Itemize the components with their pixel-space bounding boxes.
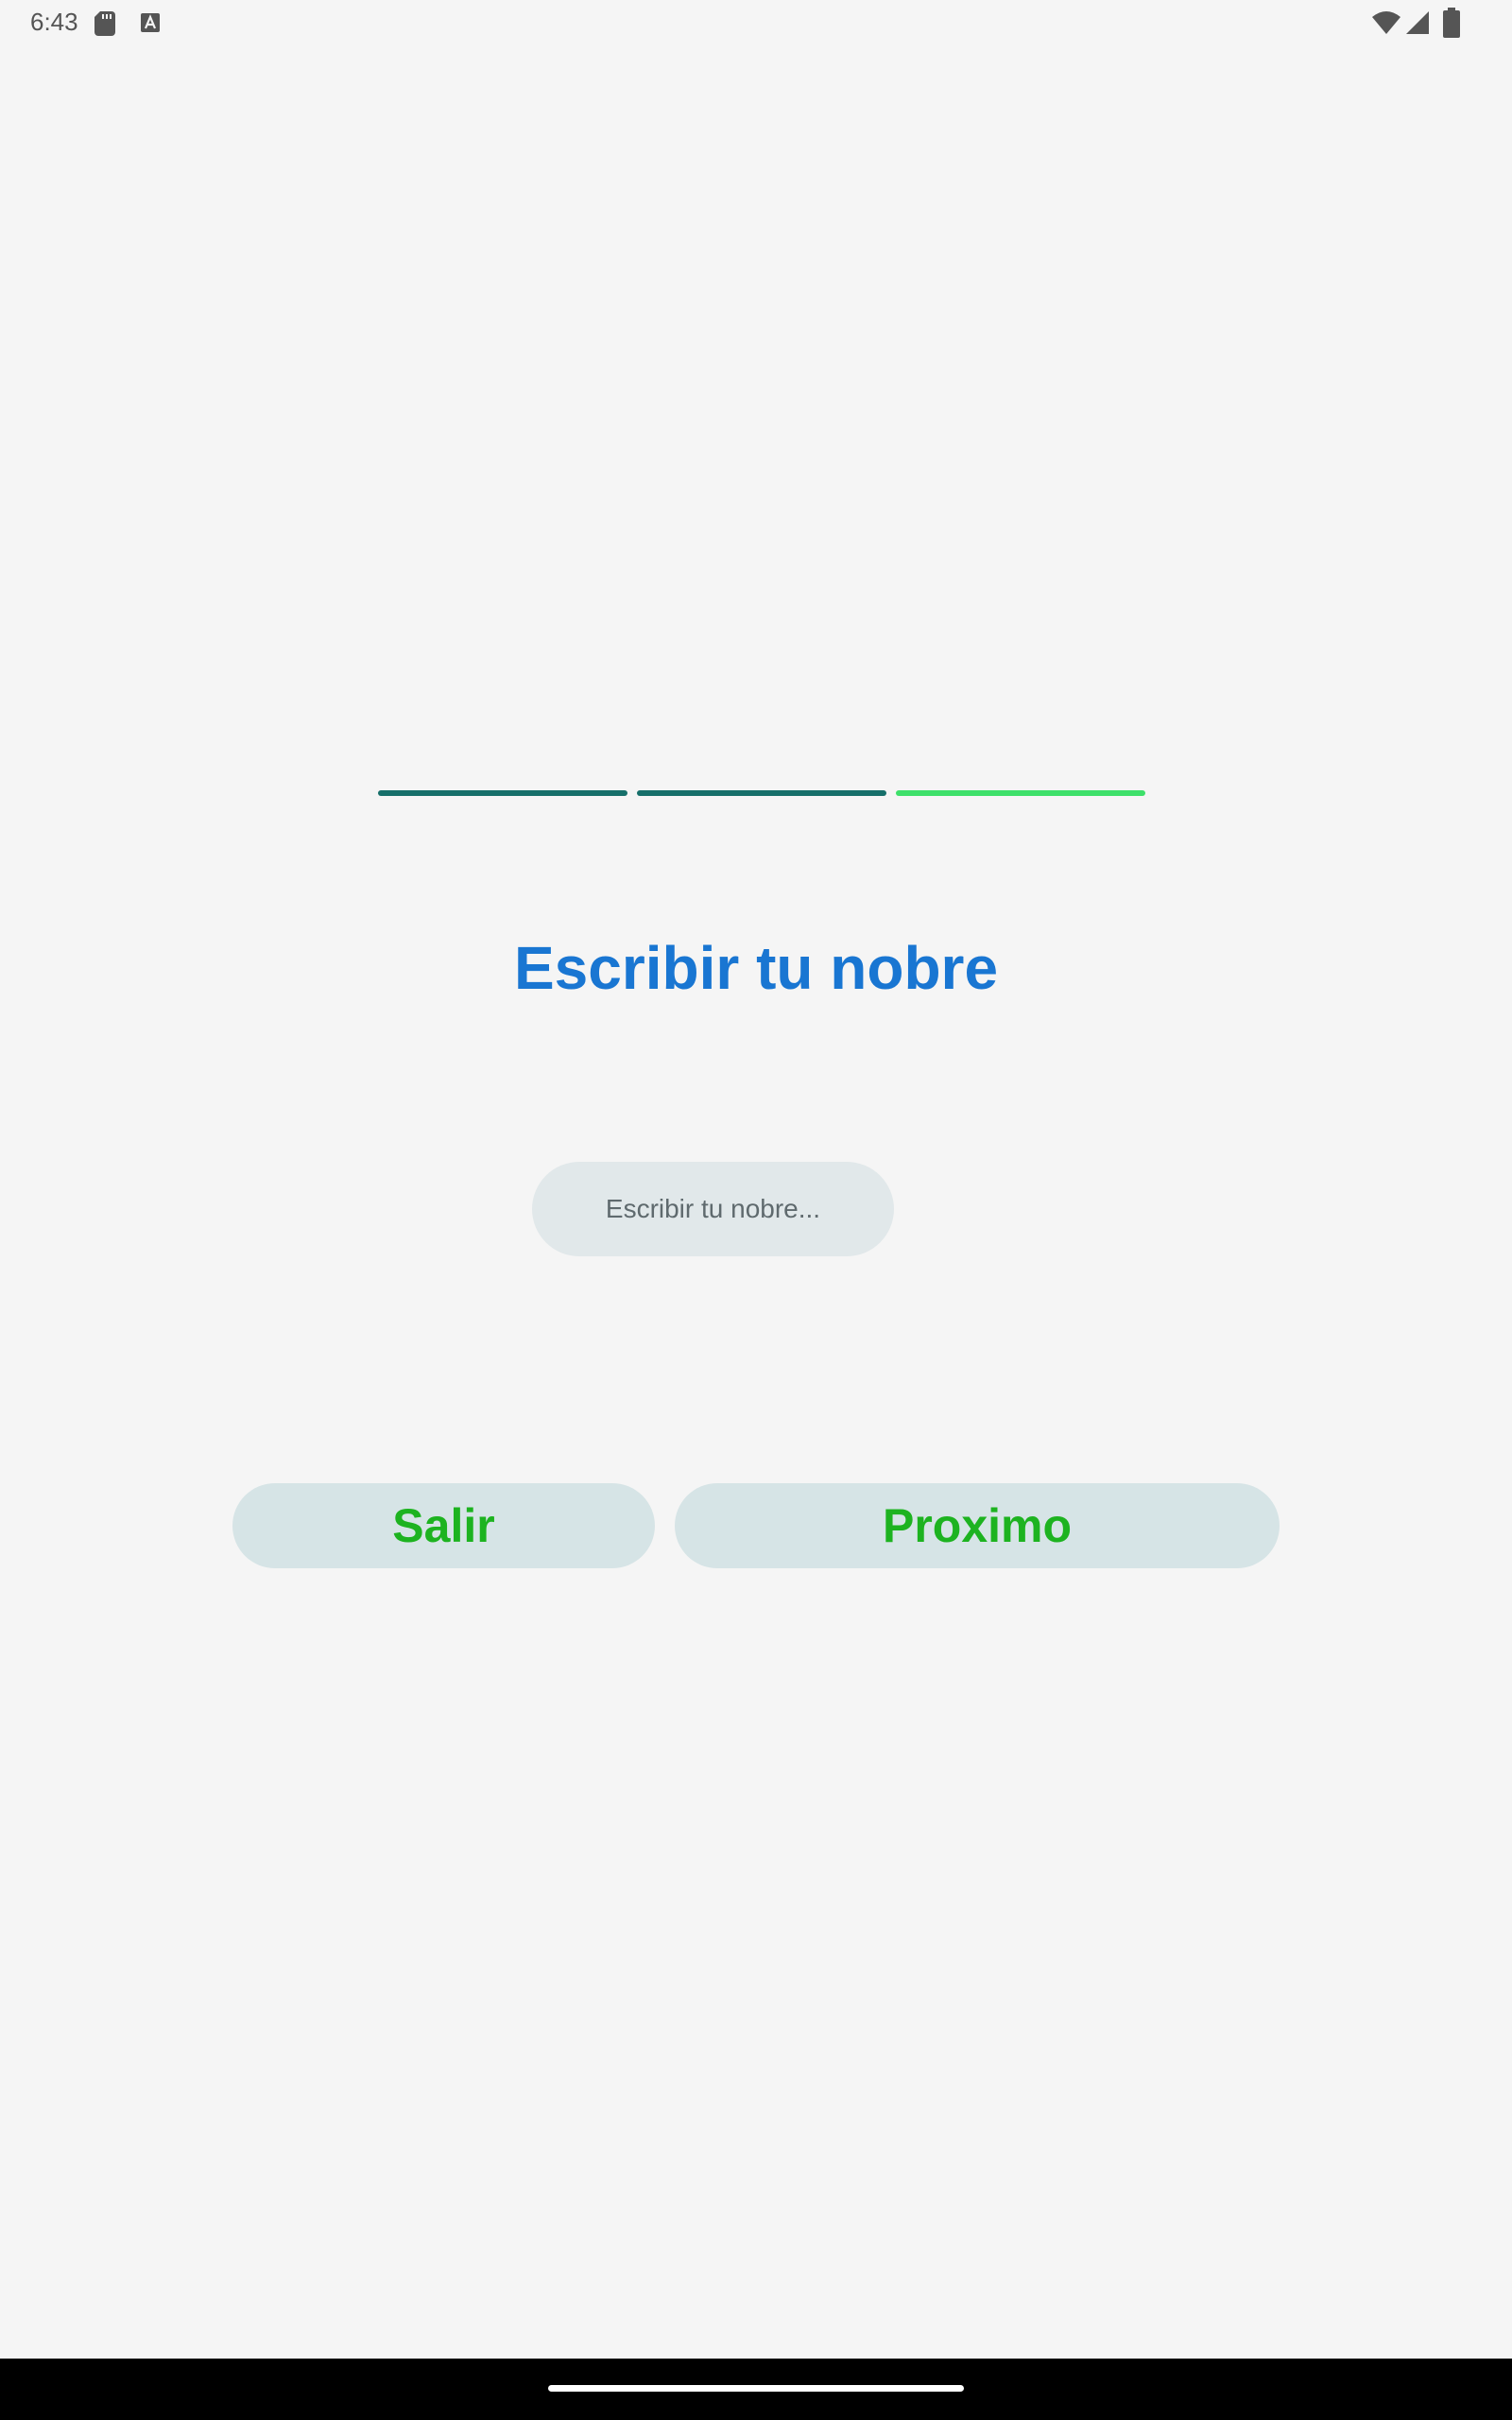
- status-bar: 6:43: [0, 0, 1512, 45]
- signal-icon: [1406, 11, 1429, 34]
- navigation-bar: [0, 2359, 1512, 2420]
- exit-button[interactable]: Salir: [232, 1483, 655, 1568]
- progress-segment-2: [637, 790, 886, 796]
- name-input[interactable]: [532, 1162, 894, 1256]
- next-button[interactable]: Proximo: [675, 1483, 1280, 1568]
- step-progress-indicator: [378, 790, 1145, 796]
- progress-segment-1: [378, 790, 627, 796]
- battery-icon: [1443, 8, 1460, 38]
- home-handle[interactable]: [548, 2385, 964, 2392]
- progress-segment-3: [896, 790, 1145, 796]
- page-title: Escribir tu nobre: [513, 934, 999, 1002]
- wifi-icon: [1372, 11, 1400, 34]
- status-time: 6:43: [30, 8, 78, 36]
- text-a-icon: [141, 13, 160, 32]
- app-screen: 6:43 Escribir tu nobre Salir Proximo: [0, 0, 1512, 2420]
- sd-card-icon: [94, 11, 115, 36]
